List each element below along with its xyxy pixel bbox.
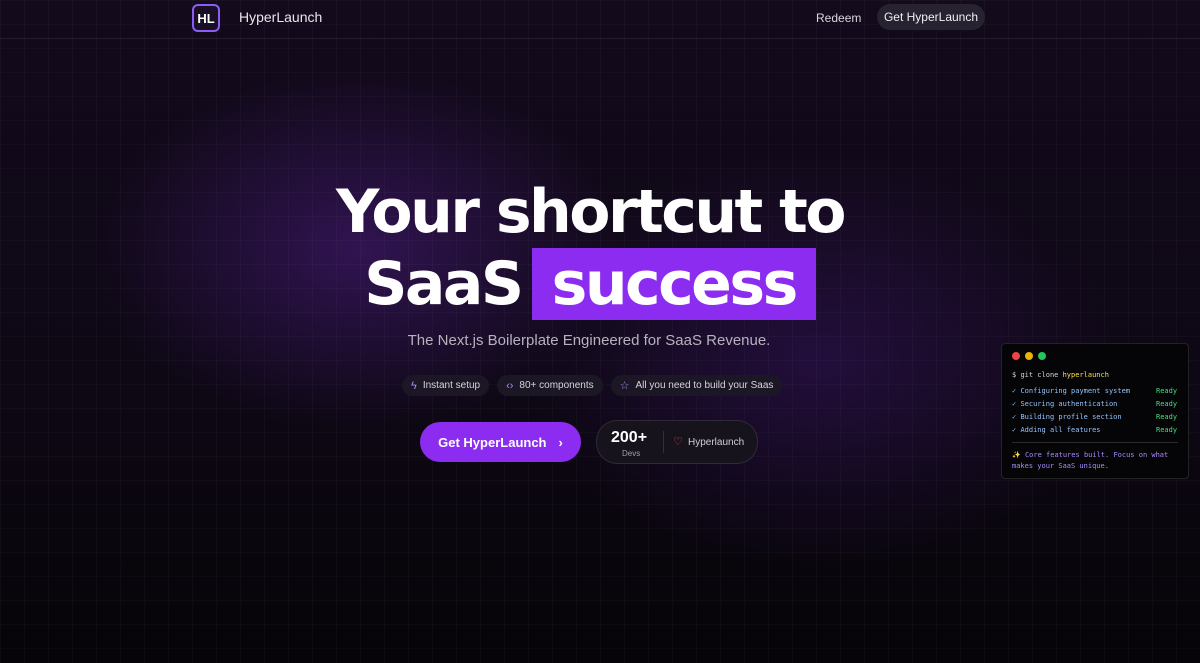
terminal-command: $ git clone hyperlaunch xyxy=(1012,371,1109,379)
close-dot-icon xyxy=(1012,352,1020,360)
brand-name[interactable]: HyperLaunch xyxy=(239,9,322,25)
divider xyxy=(663,431,664,453)
get-hyperlaunch-button[interactable]: Get HyperLaunch › xyxy=(420,422,581,462)
top-nav: HL HyperLaunch Redeem Get HyperLaunch xyxy=(0,0,1200,39)
hero-headline: Your shortcut to SaaS success xyxy=(0,176,1180,320)
command-arg: hyperlaunch xyxy=(1062,371,1109,379)
heart-icon: ♡ xyxy=(673,436,683,448)
terminal-step: ✓ Securing authentication xyxy=(1012,400,1118,408)
dev-count: 200+ xyxy=(611,429,648,446)
step-status: Ready xyxy=(1156,413,1178,421)
cta-label: Get HyperLaunch xyxy=(438,434,547,450)
headline-line-1: Your shortcut to xyxy=(335,177,847,247)
chip-label: All you need to build your Saas xyxy=(635,380,774,391)
terminal-step: ✓ Adding all features xyxy=(1012,426,1101,434)
step-status: Ready xyxy=(1156,387,1178,395)
message-text: Core features built. Focus on what makes… xyxy=(1012,451,1169,470)
code-icon: ‹› xyxy=(506,379,514,392)
get-hyperlaunch-nav-button[interactable]: Get HyperLaunch xyxy=(877,4,985,30)
step-status: Ready xyxy=(1156,400,1178,408)
chip-components: ‹› 80+ components xyxy=(497,375,603,396)
terminal-window: $ git clone hyperlaunch ✓ Configuring pa… xyxy=(1001,343,1189,479)
sparkles-icon: ✨ xyxy=(1012,451,1021,459)
chip-label: Instant setup xyxy=(422,380,481,391)
terminal-message: ✨ Core features built. Focus on what mak… xyxy=(1012,450,1180,472)
logo[interactable]: HL xyxy=(192,4,220,32)
command-text: git clone xyxy=(1020,371,1059,379)
lightning-icon: ϟ xyxy=(411,379,417,392)
headline-line-2: SaaS success xyxy=(364,248,816,320)
terminal-step: ✓ Configuring payment system xyxy=(1012,387,1131,395)
step-label: Securing authentication xyxy=(1020,400,1118,408)
social-name: Hyperlaunch xyxy=(688,437,745,448)
minimize-dot-icon xyxy=(1025,352,1033,360)
step-label: Configuring payment system xyxy=(1020,387,1131,395)
chip-all-you-need: ☆ All you need to build your Saas xyxy=(610,375,783,396)
step-label: Building profile section xyxy=(1020,413,1122,421)
maximize-dot-icon xyxy=(1038,352,1046,360)
redeem-link[interactable]: Redeem xyxy=(816,11,861,25)
chip-label: 80+ components xyxy=(519,380,594,391)
feature-chips: ϟ Instant setup ‹› 80+ components ☆ All … xyxy=(402,375,783,396)
chevron-right-icon: › xyxy=(558,434,563,450)
prompt-symbol: $ xyxy=(1012,371,1017,379)
terminal-step: ✓ Building profile section xyxy=(1012,413,1122,421)
dev-unit: Devs xyxy=(622,449,641,458)
step-status: Ready xyxy=(1156,426,1178,434)
headline-saas: SaaS xyxy=(364,249,524,319)
chip-instant-setup: ϟ Instant setup xyxy=(402,375,490,396)
social-proof-badge: 200+ Devs ♡ Hyperlaunch xyxy=(596,420,758,464)
step-label: Adding all features xyxy=(1020,426,1101,434)
terminal-divider xyxy=(1012,442,1178,443)
star-icon: ☆ xyxy=(619,380,630,392)
headline-highlight: success xyxy=(531,248,816,320)
